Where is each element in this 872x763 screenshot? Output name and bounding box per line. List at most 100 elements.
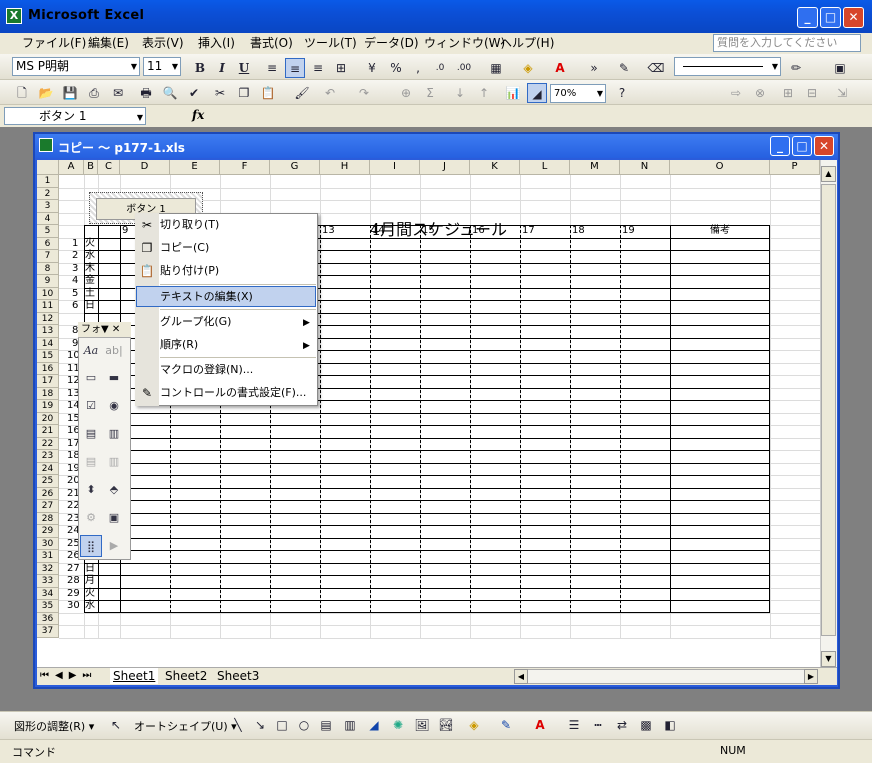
eraser-icon[interactable]: ⌫	[646, 58, 666, 78]
context-assign-macro[interactable]: マクロの登録(N)...	[160, 359, 253, 381]
line-style-dropdown[interactable]: ▼	[674, 57, 781, 76]
more-tools-icon[interactable]: ⇲	[832, 83, 852, 103]
line-color-icon[interactable]: ✎	[496, 715, 516, 735]
help-question-input[interactable]: 質問を入力してください	[713, 34, 861, 52]
row-header[interactable]: 14	[37, 337, 59, 350]
border-color-icon[interactable]: ✏	[786, 58, 806, 78]
list-box-icon[interactable]: ▤	[80, 423, 102, 445]
menu-window[interactable]: ウィンドウ(W)	[422, 35, 507, 52]
column-header[interactable]: N	[620, 160, 670, 175]
email-icon[interactable]: ✉	[108, 83, 128, 103]
button-control-icon[interactable]: ▬	[103, 367, 125, 389]
spinner-icon[interactable]: ⬘	[103, 479, 125, 501]
row-header[interactable]: 21	[37, 425, 59, 438]
column-header[interactable]: O	[670, 160, 770, 175]
hour-label[interactable]: 18	[572, 225, 585, 238]
control-properties-icon[interactable]: ⚙	[80, 507, 102, 529]
column-header[interactable]: F	[220, 160, 270, 175]
minimize-button[interactable]: _	[797, 7, 818, 28]
column-header[interactable]: A	[59, 160, 84, 175]
align-right-icon[interactable]: ≡	[308, 58, 328, 78]
weekday[interactable]: 木	[85, 263, 95, 276]
row-header[interactable]: 18	[37, 387, 59, 400]
diagram-icon[interactable]: ✺	[388, 715, 408, 735]
maximize-button[interactable]: □	[820, 7, 841, 28]
day-number[interactable]: 1	[72, 238, 78, 251]
clipart-icon[interactable]: 🖼	[412, 715, 432, 735]
workbook-maximize-button[interactable]: □	[792, 136, 812, 156]
insert-function-button[interactable]: fx	[192, 108, 204, 122]
row-header[interactable]: 23	[37, 450, 59, 463]
combo-box-icon[interactable]: ▥	[103, 423, 125, 445]
excel-app-icon[interactable]: X	[6, 8, 22, 24]
weekday[interactable]: 月	[85, 575, 95, 588]
font-name-dropdown[interactable]: MS P明朝 ▼	[12, 57, 140, 76]
weekday[interactable]: 火	[85, 238, 95, 251]
save-icon[interactable]: 💾	[60, 83, 80, 103]
context-copy[interactable]: コピー(C)	[160, 237, 209, 259]
weekday[interactable]: 水	[85, 250, 95, 263]
row-header[interactable]: 36	[37, 612, 59, 625]
border-grid-icon[interactable]: ▣	[830, 58, 850, 78]
select-objects-icon[interactable]: ↖	[106, 715, 126, 735]
column-header[interactable]: L	[520, 160, 570, 175]
day-number[interactable]: 28	[67, 575, 80, 588]
font-size-dropdown[interactable]: 11 ▼	[143, 57, 181, 76]
row-header[interactable]: 34	[37, 587, 59, 600]
menu-view[interactable]: 表示(V)	[140, 35, 186, 52]
wordart-icon[interactable]: ◢	[364, 715, 384, 735]
workbook-close-button[interactable]: ✕	[814, 136, 834, 156]
context-format-control[interactable]: コントロールの書式設定(F)...	[160, 382, 306, 404]
hour-label[interactable]: 19	[622, 225, 635, 238]
redo-icon[interactable]: ↷	[354, 83, 374, 103]
row-header[interactable]: 6	[37, 237, 59, 250]
weekday[interactable]: 金	[85, 275, 95, 288]
rectangle-tool-icon[interactable]: □	[272, 715, 292, 735]
picture-icon[interactable]: 🏞	[436, 715, 456, 735]
menu-edit[interactable]: 編集(E)	[86, 35, 131, 52]
weekday[interactable]: 日	[85, 300, 95, 313]
vertical-textbox-icon[interactable]: ▥	[340, 715, 360, 735]
combo-list-edit-icon[interactable]: ▤	[80, 451, 102, 473]
autosum-button[interactable]: Σ	[420, 83, 440, 103]
print-preview-icon[interactable]: 🔍	[160, 83, 180, 103]
shadow-icon[interactable]: ▩	[636, 715, 656, 735]
draw-menu-button[interactable]: 図形の調整(R) ▾	[14, 718, 94, 734]
column-header[interactable]: C	[98, 160, 120, 175]
menu-help[interactable]: ヘルプ(H)	[498, 35, 556, 52]
row-header[interactable]: 9	[37, 275, 59, 288]
3d-icon[interactable]: ◧	[660, 715, 680, 735]
spelling-icon[interactable]: ✔	[184, 83, 204, 103]
help-icon[interactable]: ?	[612, 83, 632, 103]
draw-fill-color-icon[interactable]: ◈	[464, 715, 484, 735]
undo-icon[interactable]: ↶	[320, 83, 340, 103]
row-header[interactable]: 10	[37, 287, 59, 300]
bold-button[interactable]: B	[190, 58, 210, 78]
column-header[interactable]: J	[420, 160, 470, 175]
tab-sheet2[interactable]: Sheet2	[162, 668, 210, 684]
row-header[interactable]: 3	[37, 200, 59, 213]
toggle-grid-icon[interactable]: ⣿	[80, 535, 102, 557]
column-header[interactable]: G	[270, 160, 320, 175]
hour-label[interactable]: 13	[322, 225, 335, 238]
tab-sheet3[interactable]: Sheet3	[214, 668, 262, 684]
column-header[interactable]: P	[770, 160, 820, 175]
row-header[interactable]: 25	[37, 475, 59, 488]
select-all-corner[interactable]	[37, 160, 59, 175]
underline-button[interactable]: U	[234, 58, 254, 78]
radio-button-icon[interactable]: ◉	[103, 395, 125, 417]
row-header[interactable]: 35	[37, 600, 59, 613]
textbox-tool-icon[interactable]: ▤	[316, 715, 336, 735]
drawing-toggle-icon[interactable]: ◢	[527, 83, 547, 103]
permission-icon[interactable]: ⎙	[84, 83, 104, 103]
name-box[interactable]: ボタン 1 ▼	[4, 107, 146, 125]
print-icon[interactable]: 🖶	[136, 83, 156, 103]
day-number[interactable]: 27	[67, 563, 80, 576]
new-document-icon[interactable]: 🗋	[12, 83, 32, 103]
day-number[interactable]: 5	[72, 288, 78, 301]
grid-align-icon[interactable]: ⊟	[802, 83, 822, 103]
arrow-style-icon[interactable]: ⇄	[612, 715, 632, 735]
fill-color-icon[interactable]: ◈	[518, 58, 538, 78]
day-number[interactable]: 4	[72, 275, 78, 288]
row-header[interactable]: 30	[37, 537, 59, 550]
